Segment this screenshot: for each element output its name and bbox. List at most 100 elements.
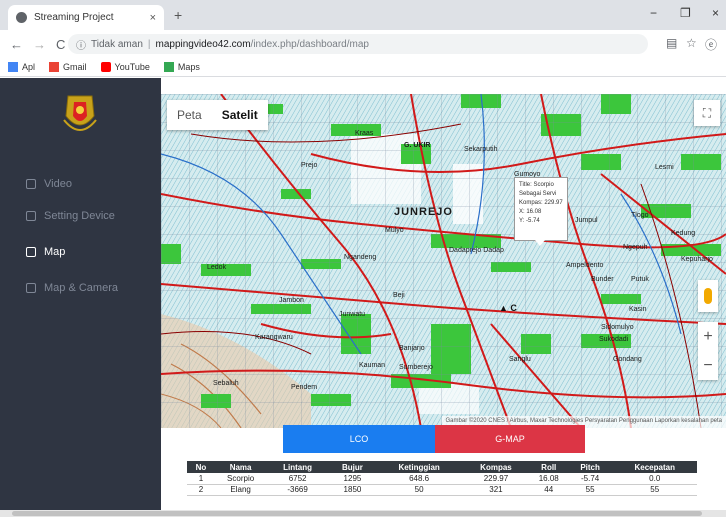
col-bujur: Bujur bbox=[328, 461, 377, 473]
window-maximize-button[interactable]: ❐ bbox=[680, 6, 691, 20]
info-x: X: 16.08 bbox=[519, 209, 542, 215]
url-separator: | bbox=[147, 38, 151, 50]
place-jumpul: Jumpul bbox=[575, 217, 598, 224]
zoom-control: + − bbox=[698, 322, 718, 380]
topographic-map-canvas[interactable] bbox=[161, 94, 726, 428]
place-ngepuh: Ngepuh bbox=[623, 244, 648, 251]
tab-title: Streaming Project bbox=[34, 12, 114, 23]
info-title: Title: Scorpio bbox=[519, 182, 554, 188]
street-view-pegman-icon[interactable] bbox=[698, 280, 718, 312]
cell-kompas: 321 bbox=[462, 484, 530, 496]
zoom-out-button[interactable]: − bbox=[698, 351, 718, 380]
info-subtitle: Sebagai Servi bbox=[519, 191, 557, 197]
cell-nama: Scorpio bbox=[214, 473, 267, 485]
cell-ketinggian: 648.6 bbox=[376, 473, 463, 485]
scrollbar-thumb[interactable] bbox=[12, 511, 702, 516]
zoom-in-button[interactable]: + bbox=[698, 322, 718, 351]
cell-no: 1 bbox=[187, 473, 215, 485]
cell-kecepatan: 55 bbox=[612, 484, 697, 496]
map-type-satelit-button[interactable]: Satelit bbox=[212, 100, 268, 130]
tab-close-icon[interactable]: × bbox=[150, 12, 156, 24]
info-icon[interactable]: ⓘ bbox=[76, 37, 86, 52]
sidebar-item-map[interactable]: Map bbox=[26, 246, 65, 258]
fullscreen-button[interactable]: ⛶ bbox=[694, 100, 720, 126]
place-bunder: Bunder bbox=[591, 276, 614, 283]
new-tab-button[interactable]: + bbox=[174, 7, 182, 23]
bookmark-star-icon[interactable]: ☆ bbox=[686, 36, 697, 50]
place-sukodadi: Sukodadi bbox=[599, 336, 629, 343]
map-camera-icon bbox=[26, 283, 36, 293]
place-sidomulyo: Sidomulyo bbox=[601, 324, 634, 331]
place-sumberejo: Sumberejo bbox=[399, 364, 433, 371]
vehicle-marker-icon[interactable]: ▲ C bbox=[499, 303, 517, 313]
address-bar-row: ← → C ⓘ Tidak aman | mappingvideo42.com … bbox=[0, 30, 726, 58]
cell-pitch: -5.74 bbox=[567, 473, 613, 485]
place-sanglu: Sanglu bbox=[509, 356, 531, 363]
place-kraas: Kraas bbox=[355, 130, 374, 137]
place-jambon: Jambon bbox=[279, 297, 304, 304]
gmap-button[interactable]: G-MAP bbox=[435, 425, 585, 453]
cell-lintang: 6752 bbox=[266, 473, 329, 485]
col-lintang: Lintang bbox=[266, 461, 329, 473]
telemetry-table: No Nama Lintang Bujur Ketinggian Kompas … bbox=[187, 461, 697, 496]
col-kompas: Kompas bbox=[462, 461, 530, 473]
cell-bujur: 1295 bbox=[328, 473, 377, 485]
back-button[interactable]: ← bbox=[10, 37, 23, 52]
url-input[interactable]: ⓘ Tidak aman | mappingvideo42.com /index… bbox=[68, 34, 648, 54]
window-close-button[interactable]: × bbox=[712, 6, 719, 20]
browser-tab[interactable]: Streaming Project × bbox=[8, 5, 164, 30]
horizontal-scrollbar[interactable] bbox=[0, 510, 726, 517]
bookmark-youtube[interactable]: YouTube bbox=[100, 62, 150, 72]
place-kepuharjo: Kepuharjo bbox=[681, 256, 713, 263]
cell-no: 2 bbox=[187, 484, 215, 496]
bookmark-apps[interactable]: Apl bbox=[8, 62, 35, 72]
map-view[interactable]: Kraas G. UKIR Sekarputih Gumoyo JUNREJO … bbox=[161, 94, 726, 428]
url-host: mappingvideo42.com bbox=[155, 38, 251, 50]
place-ampeldento: Ampeldento bbox=[566, 262, 604, 269]
place-lesmi: Lesmi bbox=[655, 164, 674, 171]
profile-icon[interactable]: ⓔ bbox=[705, 36, 717, 53]
place-dadaprejo: Dadaprejo Dadap bbox=[449, 247, 504, 254]
place-beji: Beji bbox=[393, 292, 405, 299]
col-roll: Roll bbox=[529, 461, 568, 473]
sidebar-item-map-camera[interactable]: Map & Camera bbox=[26, 282, 118, 294]
place-kauman: Kauman bbox=[359, 362, 386, 369]
map-type-peta-button[interactable]: Peta bbox=[167, 100, 212, 130]
gmail-icon bbox=[49, 62, 60, 72]
table-row: 2 Elang -3669 1850 50 321 44 55 55 bbox=[187, 484, 697, 496]
bookmarks-bar: Apl Gmail YouTube Maps bbox=[0, 58, 726, 77]
place-kedung: Kedung bbox=[671, 230, 696, 237]
place-mulyo: Mulyo bbox=[385, 227, 404, 234]
table-header-row: No Nama Lintang Bujur Ketinggian Kompas … bbox=[187, 461, 697, 473]
window-minimize-button[interactable]: − bbox=[650, 6, 657, 20]
cell-nama: Elang bbox=[214, 484, 267, 496]
security-text: Tidak aman bbox=[91, 38, 143, 50]
forward-button[interactable]: → bbox=[33, 37, 46, 52]
extension-icon[interactable]: ▤ bbox=[666, 36, 677, 50]
table-row: 1 Scorpio 6752 1295 648.6 229.97 16.08 -… bbox=[187, 473, 697, 485]
place-junrejo: JUNREJO bbox=[394, 206, 453, 218]
place-banjarjo: Banjarjo bbox=[399, 345, 425, 352]
col-no: No bbox=[187, 461, 215, 473]
sidebar-item-setting-device[interactable]: Setting Device bbox=[26, 210, 115, 222]
sidebar-item-video[interactable]: Video bbox=[26, 178, 72, 190]
col-kecepatan: Kecepatan bbox=[612, 461, 697, 473]
cell-roll: 44 bbox=[529, 484, 568, 496]
place-sebaluh: Sebaluh bbox=[213, 380, 239, 387]
maps-icon bbox=[163, 62, 174, 72]
place-gukir: G. UKIR bbox=[404, 142, 431, 149]
bookmark-gmail[interactable]: Gmail bbox=[49, 62, 87, 72]
col-ketinggian: Ketinggian bbox=[376, 461, 463, 473]
cell-kecepatan: 0.0 bbox=[612, 473, 697, 485]
lco-button[interactable]: LCO bbox=[283, 425, 435, 453]
cell-kompas: 229.97 bbox=[462, 473, 530, 485]
col-nama: Nama bbox=[214, 461, 267, 473]
reload-button[interactable]: C bbox=[56, 37, 65, 52]
place-ngandeng: Ngandeng bbox=[344, 254, 377, 261]
place-putuk: Putuk bbox=[631, 276, 649, 283]
bookmark-maps[interactable]: Maps bbox=[163, 62, 200, 72]
place-ledok: Ledok bbox=[207, 264, 227, 271]
apps-icon bbox=[8, 62, 18, 72]
cell-lintang: -3669 bbox=[266, 484, 329, 496]
youtube-icon bbox=[100, 62, 111, 72]
